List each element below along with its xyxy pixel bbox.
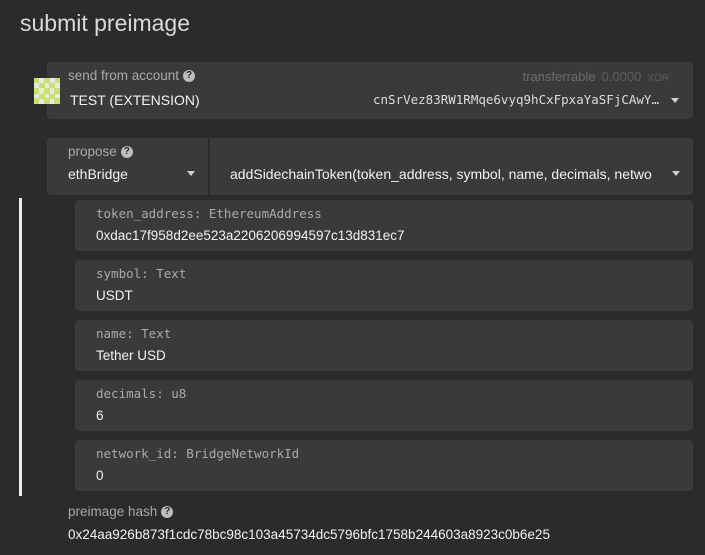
help-icon[interactable]: ? — [183, 69, 196, 82]
preimage-hash-value: 0x24aa926b873f1cdc78bc98c103a45734dc5796… — [68, 527, 550, 542]
param-label: token_address: EthereumAddress — [96, 206, 322, 221]
preimage-hash-label: preimage hash — [68, 504, 158, 519]
chevron-down-icon[interactable] — [671, 98, 679, 103]
param-value[interactable]: 6 — [96, 408, 104, 423]
param-value[interactable]: 0 — [96, 468, 104, 483]
account-address: cnSrVez83RW1RMqe6vyq9hCxFpxaYaSFjCAwY… — [373, 92, 659, 107]
param-value[interactable]: USDT — [96, 288, 133, 303]
params-group-indicator — [19, 198, 22, 496]
param-value[interactable]: 0xdac17f958d2ee523a2206206994597c13d831e… — [96, 228, 405, 243]
chevron-down-icon[interactable] — [187, 171, 195, 176]
propose-section-dropdown[interactable]: propose ? ethBridge — [47, 138, 208, 195]
param-label: name: Text — [96, 326, 172, 341]
identicon-icon — [34, 78, 60, 104]
param-label: symbol: Text — [96, 266, 187, 281]
param-network-id[interactable]: network_id: BridgeNetworkId 0 — [75, 440, 693, 491]
propose-method-value: addSidechainToken(token_address, symbol,… — [230, 166, 652, 182]
transferrable-info: transferrable 0.0000 XOR — [523, 69, 669, 84]
param-label: network_id: BridgeNetworkId — [96, 446, 300, 461]
propose-label: propose — [68, 144, 117, 159]
chevron-down-icon[interactable] — [672, 171, 680, 176]
transferrable-balance: 0.0000 — [601, 69, 642, 84]
preimage-hash-label-row: preimage hash ? — [68, 504, 174, 519]
page-title: submit preimage — [20, 10, 191, 36]
balance-unit: XOR — [647, 73, 669, 84]
param-symbol[interactable]: symbol: Text USDT — [75, 260, 693, 311]
param-name[interactable]: name: Text Tether USD — [75, 320, 693, 371]
account-selector[interactable]: send from account ? TEST (EXTENSION) tra… — [34, 62, 693, 119]
propose-section-value: ethBridge — [68, 166, 128, 182]
transferrable-label: transferrable — [522, 69, 596, 84]
param-token-address[interactable]: token_address: EthereumAddress 0xdac17f9… — [75, 200, 693, 251]
account-label: send from account — [68, 68, 180, 83]
account-name: TEST (EXTENSION) — [70, 92, 200, 108]
help-icon[interactable]: ? — [161, 505, 174, 518]
param-label: decimals: u8 — [96, 386, 187, 401]
help-icon[interactable]: ? — [120, 145, 133, 158]
propose-method-dropdown[interactable]: addSidechainToken(token_address, symbol,… — [210, 138, 693, 195]
param-value[interactable]: Tether USD — [96, 348, 166, 363]
param-decimals[interactable]: decimals: u8 6 — [75, 380, 693, 431]
